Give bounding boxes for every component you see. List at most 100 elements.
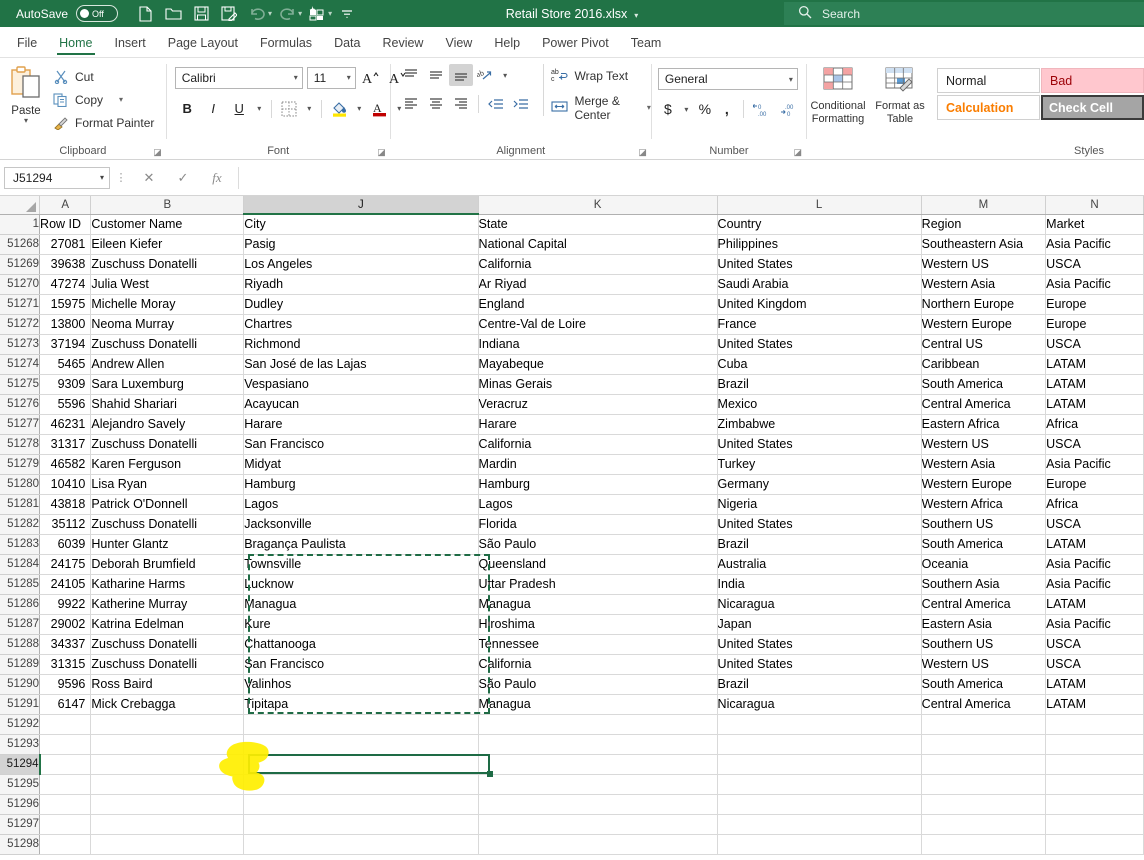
grid-cell[interactable] — [40, 714, 91, 734]
grid-cell[interactable] — [40, 754, 91, 774]
format-painter-button[interactable]: Format Painter — [52, 112, 154, 133]
grid-cell[interactable]: Managua — [478, 694, 717, 714]
row-header-51286[interactable]: 51286 — [0, 594, 40, 614]
row-header-51277[interactable]: 51277 — [0, 414, 40, 434]
column-header-M[interactable]: M — [921, 196, 1045, 214]
grid-cell[interactable]: Western Asia — [921, 454, 1045, 474]
grid-cell[interactable]: Western US — [921, 654, 1045, 674]
grid-cell[interactable] — [478, 814, 717, 834]
grid-cell[interactable]: Dudley — [244, 294, 478, 314]
grid-cell[interactable]: 15975 — [40, 294, 91, 314]
grid-cell[interactable] — [478, 834, 717, 854]
grid-cell[interactable]: Zuschuss Donatelli — [91, 514, 244, 534]
redo-dropdown-caret-icon[interactable]: ▾ — [298, 9, 302, 18]
grid-cell[interactable]: Managua — [244, 594, 478, 614]
grid-cell[interactable] — [91, 794, 244, 814]
grid-cell[interactable]: Queensland — [478, 554, 717, 574]
grid-cell[interactable]: Asia Pacific — [1046, 614, 1144, 634]
grid-cell[interactable]: Australia — [717, 554, 921, 574]
grid-cell[interactable]: 9309 — [40, 374, 91, 394]
cell-style-bad[interactable]: Bad — [1041, 68, 1144, 93]
row-header-51289[interactable]: 51289 — [0, 654, 40, 674]
font-size-combo[interactable]: 11 ▾ — [307, 67, 356, 89]
grid-cell[interactable]: Harare — [244, 414, 478, 434]
grid-cell[interactable]: Asia Pacific — [1046, 454, 1144, 474]
grid-cell[interactable]: 5596 — [40, 394, 91, 414]
row-header-51278[interactable]: 51278 — [0, 434, 40, 454]
grid-cell[interactable]: Germany — [717, 474, 921, 494]
grid-cell[interactable]: Western US — [921, 434, 1045, 454]
grid-cell[interactable]: Los Angeles — [244, 254, 478, 274]
font-name-combo[interactable]: Calibri ▾ — [175, 67, 303, 89]
grid-cell[interactable]: Central America — [921, 394, 1045, 414]
grid-cell[interactable]: Brazil — [717, 374, 921, 394]
grid-cell[interactable]: San Francisco — [244, 434, 478, 454]
grid-cell[interactable] — [91, 814, 244, 834]
column-header-B[interactable]: B — [91, 196, 244, 214]
grid-cell[interactable]: Katharine Harms — [91, 574, 244, 594]
grid-cell[interactable]: Vespasiano — [244, 374, 478, 394]
grid-cell[interactable]: Zuschuss Donatelli — [91, 254, 244, 274]
row-header-51287[interactable]: 51287 — [0, 614, 40, 634]
underline-dropdown-caret-icon[interactable]: ▾ — [253, 104, 266, 113]
grid-cell[interactable]: 46231 — [40, 414, 91, 434]
name-box-caret-icon[interactable]: ▾ — [100, 173, 104, 182]
column-header-A[interactable]: A — [40, 196, 91, 214]
grid-cell[interactable]: LATAM — [1046, 674, 1144, 694]
grid-cell[interactable]: 37194 — [40, 334, 91, 354]
autosave-toggle[interactable]: AutoSave Off — [16, 5, 118, 22]
grid-cell[interactable]: California — [478, 434, 717, 454]
grid-cell[interactable]: Katherine Murray — [91, 594, 244, 614]
grid-cell[interactable]: Tipitapa — [244, 694, 478, 714]
grid-cell[interactable]: Asia Pacific — [1046, 574, 1144, 594]
save-as-icon[interactable] — [216, 3, 242, 25]
enter-formula-button[interactable]: ✓ — [166, 167, 200, 189]
align-center-button[interactable] — [424, 93, 448, 115]
grid-cell[interactable]: England — [478, 294, 717, 314]
grid-cell[interactable]: Katrina Edelman — [91, 614, 244, 634]
grid-cell[interactable]: Neoma Murray — [91, 314, 244, 334]
grid-cell[interactable] — [478, 734, 717, 754]
tab-team[interactable]: Team — [620, 33, 673, 57]
grid-cell[interactable] — [244, 754, 478, 774]
grid-cell[interactable]: Tennessee — [478, 634, 717, 654]
decrease-decimal-button[interactable]: .000 — [778, 98, 804, 120]
grid-cell[interactable] — [921, 754, 1045, 774]
grid-cell[interactable]: Eastern Asia — [921, 614, 1045, 634]
row-header-51282[interactable]: 51282 — [0, 514, 40, 534]
increase-indent-button[interactable] — [509, 93, 533, 115]
row-header-51294[interactable]: 51294 — [0, 754, 40, 774]
grid-cell[interactable]: Michelle Moray — [91, 294, 244, 314]
number-format-combo[interactable]: General ▾ — [658, 68, 798, 90]
grid-cell[interactable]: South America — [921, 674, 1045, 694]
column-header-L[interactable]: L — [717, 196, 921, 214]
decrease-indent-button[interactable] — [484, 93, 508, 115]
row-header-51276[interactable]: 51276 — [0, 394, 40, 414]
row-header-51284[interactable]: 51284 — [0, 554, 40, 574]
number-dialog-launcher-icon[interactable]: ◪ — [794, 147, 803, 158]
row-header-51281[interactable]: 51281 — [0, 494, 40, 514]
grid-cell[interactable]: LATAM — [1046, 354, 1144, 374]
grid-cell[interactable]: Bragança Paulista — [244, 534, 478, 554]
touch-mode-dropdown-caret-icon[interactable]: ▾ — [328, 9, 332, 18]
row-header-51279[interactable]: 51279 — [0, 454, 40, 474]
grid-cell[interactable]: USCA — [1046, 514, 1144, 534]
grid-cell[interactable]: Zuschuss Donatelli — [91, 334, 244, 354]
grid-cell[interactable] — [921, 774, 1045, 794]
paste-button[interactable]: Paste ▾ — [0, 62, 52, 124]
select-all-corner[interactable] — [0, 196, 40, 214]
open-folder-icon[interactable] — [160, 3, 186, 25]
row-header-51280[interactable]: 51280 — [0, 474, 40, 494]
column-title-cell[interactable]: City — [244, 214, 478, 234]
borders-dropdown-caret-icon[interactable]: ▾ — [303, 104, 316, 113]
grid-cell[interactable]: Brazil — [717, 534, 921, 554]
tab-help[interactable]: Help — [483, 33, 531, 57]
row-header-51270[interactable]: 51270 — [0, 274, 40, 294]
undo-icon[interactable] — [244, 3, 270, 25]
grid-cell[interactable] — [717, 774, 921, 794]
cell-style-check-cell[interactable]: Check Cell — [1041, 95, 1144, 120]
wrap-text-button[interactable]: abc Wrap Text — [551, 64, 650, 87]
font-dialog-launcher-icon[interactable]: ◪ — [377, 147, 386, 158]
grid-cell[interactable]: Ross Baird — [91, 674, 244, 694]
grid-cell[interactable]: 43818 — [40, 494, 91, 514]
